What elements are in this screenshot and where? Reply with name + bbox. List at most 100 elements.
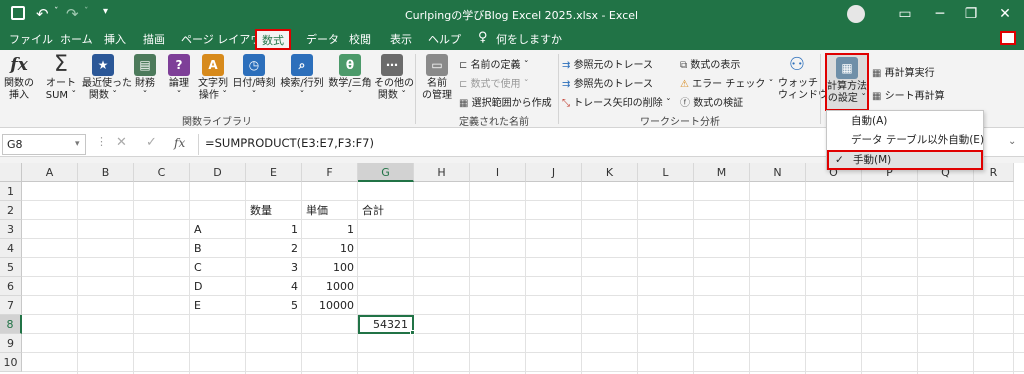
tab-review[interactable]: 校閲 — [349, 31, 371, 47]
tab-draw[interactable]: 描画 — [143, 31, 165, 47]
row-header-9[interactable]: 9 — [0, 334, 22, 353]
tab-file[interactable]: ファイル — [9, 31, 53, 47]
header-total-cell[interactable]: 合計 — [358, 201, 414, 220]
financial-button[interactable]: ▤ 財務 ˇ — [130, 54, 160, 102]
ribbon-display-icon[interactable]: ▭ — [889, 0, 921, 28]
tab-home[interactable]: ホーム — [60, 31, 93, 47]
column-header-C[interactable]: C — [134, 163, 190, 182]
row-header-8[interactable]: 8 — [0, 315, 22, 334]
row-header-5[interactable]: 5 — [0, 258, 22, 277]
column-header-A[interactable]: A — [22, 163, 78, 182]
calculate-sheet-button[interactable]: ▦ シート再計算 — [872, 87, 945, 102]
show-formulas-button[interactable]: ⧉ 数式の表示 — [680, 56, 740, 71]
comments-icon[interactable] — [1000, 31, 1016, 45]
undo-dropdown-icon[interactable]: ˇ — [54, 7, 59, 17]
text-functions-button[interactable]: A 文字列 操作 ˇ — [196, 54, 230, 102]
minimize-icon[interactable]: ─ — [924, 0, 956, 28]
use-in-formula-button[interactable]: ⊏ 数式で使用 ˇ — [459, 75, 529, 90]
tab-insert[interactable]: 挿入 — [104, 31, 126, 47]
item-cell[interactable]: A — [190, 220, 246, 239]
insert-function-button[interactable]: fx 関数の 挿入 — [4, 54, 34, 102]
column-header-F[interactable]: F — [302, 163, 358, 182]
insert-function-fx-icon[interactable]: fx — [174, 136, 185, 150]
column-header-N[interactable]: N — [750, 163, 806, 182]
evaluate-formula-button[interactable]: ⓕ 数式の検証 — [680, 94, 743, 109]
row-header-4[interactable]: 4 — [0, 239, 22, 258]
qty-cell[interactable]: 4 — [246, 277, 302, 296]
calculate-now-button[interactable]: ▦ 再計算実行 — [872, 64, 935, 79]
watch-window-button[interactable]: ⚇ ウォッチ ウィンドウ — [778, 54, 828, 102]
row-header-1[interactable]: 1 — [0, 182, 22, 201]
tab-formulas[interactable]: 数式 — [255, 29, 291, 50]
result-cell-G8[interactable]: 54321 — [358, 315, 414, 334]
calculation-options-button[interactable]: ▦ 計算方法 の設定 ˇ — [825, 53, 869, 111]
header-qty-cell[interactable]: 数量 — [246, 201, 302, 220]
price-cell[interactable]: 100 — [302, 258, 358, 277]
row-header-10[interactable]: 10 — [0, 353, 22, 372]
price-cell[interactable]: 10 — [302, 239, 358, 258]
row-header-3[interactable]: 3 — [0, 220, 22, 239]
column-header-J[interactable]: J — [526, 163, 582, 182]
item-cell[interactable]: B — [190, 239, 246, 258]
tab-data[interactable]: データ — [306, 31, 339, 47]
logical-button[interactable]: ? 論理 ˇ — [164, 54, 194, 102]
calc-manual-item[interactable]: ✓ 手動(M) — [827, 150, 983, 170]
item-cell[interactable]: C — [190, 258, 246, 277]
fill-handle[interactable] — [410, 330, 415, 335]
lookup-button[interactable]: ⌕ 検索/行列 ˇ — [280, 54, 324, 102]
price-cell[interactable]: 1 — [302, 220, 358, 239]
cancel-icon[interactable]: ✕ — [116, 135, 127, 150]
column-header-H[interactable]: H — [414, 163, 470, 182]
trace-dependents-button[interactable]: ⇉ 参照先のトレース — [562, 75, 653, 90]
row-header-7[interactable]: 7 — [0, 296, 22, 315]
name-box-dropdown-icon[interactable]: ▾ — [75, 135, 80, 154]
restore-icon[interactable]: ❐ — [955, 0, 987, 28]
price-cell[interactable]: 1000 — [302, 277, 358, 296]
calc-auto-item[interactable]: 自動(A) — [827, 112, 983, 130]
row-header-6[interactable]: 6 — [0, 277, 22, 296]
column-header-E[interactable]: E — [246, 163, 302, 182]
error-checking-button[interactable]: ⚠ エラー チェック ˇ — [680, 75, 774, 90]
item-cell[interactable]: D — [190, 277, 246, 296]
column-header-D[interactable]: D — [190, 163, 246, 182]
autosave-save-icon[interactable] — [11, 6, 25, 20]
column-header-M[interactable]: M — [694, 163, 750, 182]
undo-icon[interactable]: ↶ — [36, 5, 49, 23]
define-name-button[interactable]: ⊏ 名前の定義 ˇ — [459, 56, 529, 71]
tell-me-search[interactable]: 何をしますか — [496, 31, 562, 47]
price-cell[interactable]: 10000 — [302, 296, 358, 315]
name-box[interactable]: G8 ▾ — [2, 134, 86, 155]
formula-input[interactable]: =SUMPRODUCT(E3:E7,F3:F7) — [198, 134, 820, 155]
tab-view[interactable]: 表示 — [390, 31, 412, 47]
select-all-corner[interactable] — [0, 163, 22, 182]
more-functions-button[interactable]: ⋯ その他の 関数 ˇ — [374, 54, 414, 102]
qat-customize-icon[interactable]: ▾ — [103, 6, 108, 17]
trace-precedents-button[interactable]: ⇉ 参照元のトレース — [562, 56, 653, 71]
qty-cell[interactable]: 5 — [246, 296, 302, 315]
tab-help[interactable]: ヘルプ — [428, 31, 461, 47]
column-header-L[interactable]: L — [638, 163, 694, 182]
column-header-G[interactable]: G — [358, 163, 414, 182]
column-header-B[interactable]: B — [78, 163, 134, 182]
create-from-selection-button[interactable]: ▦ 選択範囲から作成 — [459, 94, 552, 109]
math-button[interactable]: θ 数学/三角 ˇ — [328, 54, 372, 102]
remove-arrows-button[interactable]: ⤡ トレース矢印の削除 ˇ — [562, 94, 671, 109]
column-header-I[interactable]: I — [470, 163, 526, 182]
account-avatar[interactable] — [847, 5, 865, 23]
calc-auto-except-tables-item[interactable]: データ テーブル以外自動(E) — [827, 131, 984, 149]
redo-dropdown-icon[interactable]: ˇ — [84, 7, 89, 17]
name-manager-button[interactable]: ▭ 名前 の管理 — [420, 54, 454, 102]
item-cell[interactable]: E — [190, 296, 246, 315]
column-header-K[interactable]: K — [582, 163, 638, 182]
close-icon[interactable]: ✕ — [989, 0, 1021, 28]
row-header-2[interactable]: 2 — [0, 201, 22, 220]
redo-icon[interactable]: ↷ — [66, 5, 79, 23]
qty-cell[interactable]: 2 — [246, 239, 302, 258]
expand-formula-bar-icon[interactable]: ⌄ — [1008, 136, 1016, 147]
datetime-button[interactable]: ◷ 日付/時刻 ˇ — [232, 54, 276, 102]
qty-cell[interactable]: 3 — [246, 258, 302, 277]
header-price-cell[interactable]: 単価 — [302, 201, 358, 220]
enter-icon[interactable]: ✓ — [146, 135, 157, 150]
autosum-button[interactable]: Σ オート SUM ˇ — [43, 54, 79, 102]
recent-functions-button[interactable]: ★ 最近使った 関数 ˇ — [82, 54, 132, 102]
